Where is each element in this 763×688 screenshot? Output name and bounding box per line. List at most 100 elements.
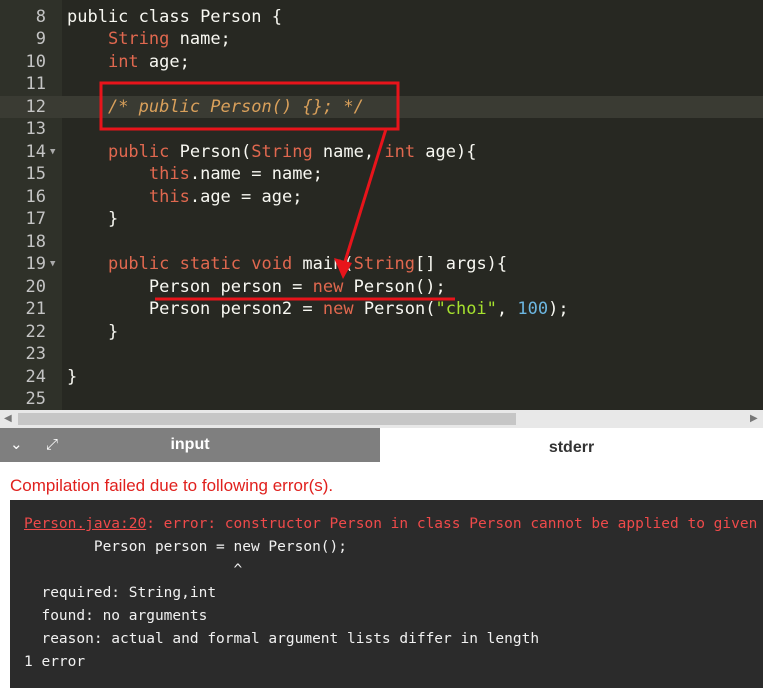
code-line[interactable]: 11 [0,73,763,96]
error-found-line: found: no arguments [24,608,208,624]
line-number: 13 [25,119,46,139]
line-number: 24 [25,366,46,387]
fold-toggle-icon[interactable]: ▼ [50,253,55,276]
code-token: this [148,164,190,184]
line-number: 11 [25,74,46,94]
code-token: } [67,321,119,342]
code-token: Person(); [343,276,446,297]
code-token: public class [67,6,201,27]
code-line[interactable]: 13 [0,118,763,141]
code-text: this.name = name; [67,163,323,186]
tab-stderr[interactable]: stderr [380,428,763,462]
code-text: } [67,321,118,344]
line-number: 19 [25,254,46,274]
io-tabs-bar: ⌄ ⤢ input stderr [0,428,763,462]
error-source-line: Person person = new Person(); [24,539,348,555]
horizontal-scrollbar[interactable]: ◀ ▶ [0,410,763,428]
fold-toggle-icon[interactable]: ▼ [50,141,55,164]
code-text: public static void main(String[] args){ [67,253,507,276]
scroll-right-icon[interactable]: ▶ [750,413,758,424]
scroll-left-icon[interactable]: ◀ [4,413,12,424]
code-text: int age; [67,51,190,74]
compilation-error-title: Compilation failed due to following erro… [10,476,334,495]
code-token: ); [548,299,569,319]
line-number: 8 [35,6,46,27]
code-token: /* public Person() {}; */ [107,96,364,117]
code-token: new [322,299,354,319]
line-number: 16 [25,186,46,207]
code-line[interactable]: 19 ▼ public static void main(String[] arg… [0,253,763,276]
line-number: 20 [25,276,46,297]
code-token: name; [169,29,231,49]
code-token: Person person2 = [67,299,323,319]
code-line[interactable]: 22 } [0,321,763,344]
code-line[interactable]: 20 Person person = new Person(); [0,276,763,299]
error-count-line: 1 error [24,654,86,670]
code-token: name, [312,141,385,162]
code-token: [] args){ [415,254,508,274]
code-text: String name; [67,28,231,51]
line-number: 9 [35,29,46,49]
code-token: String [251,141,313,162]
code-line[interactable]: 15 this.name = name; [0,163,763,186]
code-line[interactable]: 21 Person person2 = new Person("choi", 1… [0,298,763,321]
line-number: 14 [25,141,46,162]
code-line[interactable]: 14 ▼ public Person(String name, int age){ [0,141,763,164]
line-number: 10 [25,51,46,72]
code-token: age){ [415,141,477,162]
code-line[interactable]: 9 String name; [0,28,763,51]
line-number: 12 [25,96,46,117]
code-line[interactable]: 25 [0,388,763,410]
code-text: Person person2 = new Person("choi", 100)… [67,298,569,321]
code-line[interactable]: 18 [0,231,763,254]
code-token: 100 [517,299,549,319]
code-text: public class Person { [67,6,282,29]
code-token: int [384,141,416,162]
code-line[interactable]: 17 } [0,208,763,231]
code-text: this.age = age; [67,186,303,209]
line-number: 18 [25,231,46,252]
code-token: .name = name; [189,164,323,184]
code-token: main( [292,254,354,274]
code-token: age; [138,51,190,72]
code-line[interactable]: 12 /* public Person() {}; */ [0,95,763,118]
code-token: Person( [169,141,252,162]
scrollbar-thumb[interactable] [18,413,516,425]
code-token: this [148,186,190,207]
error-required-line: required: String,int [24,585,217,601]
code-token: Person { [200,6,282,27]
error-caret-line: ^ [24,562,243,578]
code-line[interactable]: 24} [0,366,763,389]
code-line[interactable]: 10 int age; [0,51,763,74]
tab-input[interactable]: input [0,428,380,462]
code-editor[interactable]: 8 public class Person {9 String name; 10 i… [0,0,763,410]
code-line[interactable]: 16 this.age = age; [0,186,763,209]
code-token: new [312,276,344,297]
code-token: public static void [107,254,293,274]
error-header-line: Person.java:20: error: constructor Perso… [24,516,763,532]
code-token: "choi" [435,299,497,319]
code-line[interactable]: 23 [0,343,763,366]
line-number: 15 [25,164,46,184]
code-text: } [67,366,77,389]
code-line[interactable]: 8 public class Person { [0,6,763,29]
code-token: } [67,366,78,387]
stderr-output: Person.java:20: error: constructor Perso… [10,500,763,688]
line-number: 21 [25,299,46,319]
code-token: String [353,254,416,274]
code-token: } [67,209,119,229]
code-token: .age = age; [189,186,303,207]
line-number: 22 [25,321,46,342]
code-token: , [496,299,518,319]
code-token: int [107,51,139,72]
code-token: Person person = [67,276,313,297]
error-file-link[interactable]: Person.java:20 [24,516,146,532]
line-number: 23 [25,344,46,364]
code-token: public [107,141,170,162]
